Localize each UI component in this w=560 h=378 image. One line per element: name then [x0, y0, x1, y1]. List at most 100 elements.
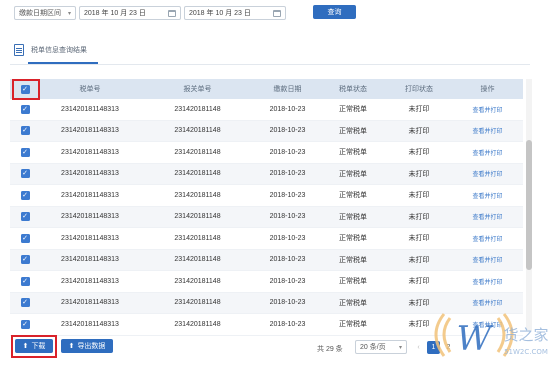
cell-print-status: 未打印: [408, 278, 430, 286]
table-row: ✓ 231420181148313 231420181148 2018-10-23 正常…: [10, 228, 523, 250]
prev-page-icon[interactable]: ‹: [412, 341, 425, 354]
range-type-select[interactable]: 缴款日期区间 ▾: [14, 6, 76, 20]
chevron-down-icon: ▾: [67, 10, 71, 17]
cell-decl-no: 231420181148: [174, 170, 221, 178]
filter-bar: 缴款日期区间 ▾ 2018 年 10 月 23 日 2018 年 10 月 23…: [14, 5, 286, 21]
row-checkbox[interactable]: ✓: [20, 276, 30, 286]
upload-arrow-icon: ⬆: [22, 343, 29, 350]
cell-decl-no: 231420181148: [174, 320, 221, 328]
calendar-icon[interactable]: [273, 9, 281, 17]
cell-tax-no: 231420181148313: [61, 234, 119, 242]
view-print-link[interactable]: 查看并打印: [472, 151, 502, 157]
row-checkbox[interactable]: ✓: [20, 255, 30, 265]
cell-date: 2018-10-23: [269, 299, 306, 307]
watermark-url: 51W2C.COM: [504, 348, 548, 356]
cell-tax-status: 正常税单: [339, 127, 367, 135]
cell-tax-status: 正常税单: [339, 321, 367, 329]
row-checkbox[interactable]: ✓: [20, 319, 30, 329]
row-checkbox[interactable]: ✓: [20, 147, 30, 157]
col-tax-status: 税单状态: [339, 86, 367, 93]
cell-print-status: 未打印: [408, 213, 430, 221]
cell-tax-status: 正常税单: [339, 299, 367, 307]
cell-decl-no: 231420181148: [174, 105, 221, 113]
table-header: ✓ 税单号 报关单号 缴款日期 税单状态 打印状态 操作: [10, 79, 523, 99]
calendar-icon[interactable]: [168, 9, 176, 17]
cell-tax-status: 正常税单: [339, 235, 367, 243]
cell-tax-no: 231420181148313: [61, 148, 119, 156]
results-table: ✓ 税单号 报关单号 缴款日期 税单状态 打印状态 操作 ✓ 2314201811…: [10, 79, 523, 336]
cell-tax-no: 231420181148313: [61, 127, 119, 135]
cell-tax-no: 231420181148313: [61, 105, 119, 113]
scrollbar-thumb[interactable]: [526, 140, 532, 270]
export-button[interactable]: ⬆ 导出数据: [61, 339, 113, 353]
view-print-link[interactable]: 查看并打印: [472, 129, 502, 135]
cell-tax-no: 231420181148313: [61, 256, 119, 264]
col-action: 操作: [480, 86, 495, 93]
col-date: 缴款日期: [273, 86, 302, 93]
watermark-letter: W: [457, 319, 495, 359]
download-label: 下载: [31, 343, 46, 350]
start-date-field[interactable]: 2018 年 10 月 23 日: [79, 6, 181, 20]
cell-print-status: 未打印: [408, 235, 430, 243]
view-print-link[interactable]: 查看并打印: [472, 172, 502, 178]
row-checkbox[interactable]: ✓: [20, 126, 30, 136]
section-header: 税单信息查询结果: [14, 44, 87, 56]
view-print-link[interactable]: 查看并打印: [472, 108, 502, 114]
cell-date: 2018-10-23: [269, 234, 306, 242]
view-print-link[interactable]: 查看并打印: [472, 194, 502, 200]
export-label: 导出数据: [77, 343, 106, 350]
cell-decl-no: 231420181148: [174, 277, 221, 285]
cell-decl-no: 231420181148: [174, 213, 221, 221]
cell-tax-no: 231420181148313: [61, 277, 119, 285]
row-checkbox[interactable]: ✓: [20, 104, 30, 114]
row-checkbox[interactable]: ✓: [20, 190, 30, 200]
select-all-highlight: [12, 79, 40, 100]
row-checkbox[interactable]: ✓: [20, 169, 30, 179]
download-button[interactable]: ⬆ 下载: [15, 339, 53, 353]
end-date-value: 2018 年 10 月 23 日: [189, 10, 251, 17]
cell-date: 2018-10-23: [269, 170, 306, 178]
table-row: ✓ 231420181148313 231420181148 2018-10-23 正常…: [10, 142, 523, 164]
cell-decl-no: 231420181148: [174, 256, 221, 264]
view-print-link[interactable]: 查看并打印: [472, 258, 502, 264]
watermark-logo: W 货之家 51W2C.COM: [434, 313, 549, 359]
page-size-select[interactable]: 20 条/页 ▾: [355, 340, 407, 354]
cell-date: 2018-10-23: [269, 213, 306, 221]
cell-decl-no: 231420181148: [174, 234, 221, 242]
cell-date: 2018-10-23: [269, 256, 306, 264]
cell-decl-no: 231420181148: [174, 127, 221, 135]
col-tax-no: 税单号: [79, 86, 101, 93]
row-checkbox[interactable]: ✓: [20, 212, 30, 222]
table-row: ✓ 231420181148313 231420181148 2018-10-23 正常…: [10, 99, 523, 121]
row-checkbox[interactable]: ✓: [20, 298, 30, 308]
cell-tax-no: 231420181148313: [61, 170, 119, 178]
cell-tax-no: 231420181148313: [61, 320, 119, 328]
cell-decl-no: 231420181148: [174, 299, 221, 307]
view-print-link[interactable]: 查看并打印: [472, 215, 502, 221]
cell-tax-status: 正常税单: [339, 149, 367, 157]
table-row: ✓ 231420181148313 231420181148 2018-10-23 正常…: [10, 206, 523, 228]
col-print-status: 打印状态: [405, 86, 433, 93]
cell-tax-status: 正常税单: [339, 106, 367, 114]
cell-date: 2018-10-23: [269, 320, 306, 328]
range-type-value: 缴款日期区间: [19, 10, 61, 17]
section-title[interactable]: 税单信息查询结果: [31, 45, 87, 55]
page-size-value: 20 条/页: [360, 344, 386, 351]
view-print-link[interactable]: 查看并打印: [472, 237, 502, 243]
cell-decl-no: 231420181148: [174, 148, 221, 156]
cell-date: 2018-10-23: [269, 191, 306, 199]
cell-tax-status: 正常税单: [339, 278, 367, 286]
cell-tax-no: 231420181148313: [61, 191, 119, 199]
cell-decl-no: 231420181148: [174, 191, 221, 199]
cell-print-status: 未打印: [408, 127, 430, 135]
table-row: ✓ 231420181148313 231420181148 2018-10-23 正常…: [10, 185, 523, 207]
document-icon: [14, 44, 24, 56]
end-date-field[interactable]: 2018 年 10 月 23 日: [184, 6, 286, 20]
cell-tax-status: 正常税单: [339, 192, 367, 200]
cell-print-status: 未打印: [408, 149, 430, 157]
cell-tax-no: 231420181148313: [61, 299, 119, 307]
cell-print-status: 未打印: [408, 106, 430, 114]
query-button[interactable]: 查询: [313, 5, 356, 19]
view-print-link[interactable]: 查看并打印: [472, 280, 502, 286]
row-checkbox[interactable]: ✓: [20, 233, 30, 243]
